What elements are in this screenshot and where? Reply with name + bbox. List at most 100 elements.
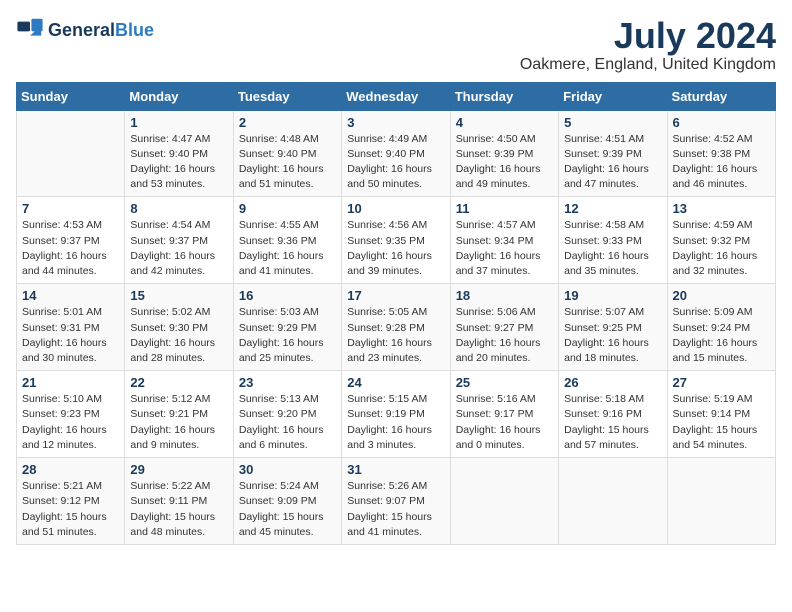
day-number: 24 [347,375,444,390]
calendar-title: July 2024 [520,16,776,56]
calendar-cell: 20 Sunrise: 5:09 AM Sunset: 9:24 PM Dayli… [667,284,775,371]
calendar-week-row: 14 Sunrise: 5:01 AM Sunset: 9:31 PM Dayli… [17,284,776,371]
day-info: Sunrise: 5:22 AM Sunset: 9:11 PM Dayligh… [130,479,227,540]
day-info: Sunrise: 4:48 AM Sunset: 9:40 PM Dayligh… [239,132,336,193]
calendar-cell: 29 Sunrise: 5:22 AM Sunset: 9:11 PM Dayli… [125,458,233,545]
day-info: Sunrise: 4:53 AM Sunset: 9:37 PM Dayligh… [22,218,119,279]
day-info: Sunrise: 4:56 AM Sunset: 9:35 PM Dayligh… [347,218,444,279]
logo-text-general: General [48,20,115,40]
weekday-header-saturday: Saturday [667,82,775,110]
day-number: 9 [239,201,336,216]
day-info: Sunrise: 5:10 AM Sunset: 9:23 PM Dayligh… [22,392,119,453]
day-info: Sunrise: 5:18 AM Sunset: 9:16 PM Dayligh… [564,392,661,453]
logo-text-blue: Blue [115,20,154,40]
day-info: Sunrise: 5:21 AM Sunset: 9:12 PM Dayligh… [22,479,119,540]
calendar-cell: 31Sunrise: 5:26 AM Sunset: 9:07 PM Dayli… [342,458,450,545]
day-info: Sunrise: 4:59 AM Sunset: 9:32 PM Dayligh… [673,218,770,279]
day-number: 27 [673,375,770,390]
day-number: 15 [130,288,227,303]
day-info: Sunrise: 4:51 AM Sunset: 9:39 PM Dayligh… [564,132,661,193]
day-info: Sunrise: 5:01 AM Sunset: 9:31 PM Dayligh… [22,305,119,366]
calendar-table: SundayMondayTuesdayWednesdayThursdayFrid… [16,82,776,545]
calendar-cell: 17 Sunrise: 5:05 AM Sunset: 9:28 PM Dayli… [342,284,450,371]
calendar-week-row: 1 Sunrise: 4:47 AM Sunset: 9:40 PM Daylig… [17,110,776,197]
calendar-cell: 27 Sunrise: 5:19 AM Sunset: 9:14 PM Dayli… [667,371,775,458]
day-info: Sunrise: 4:54 AM Sunset: 9:37 PM Dayligh… [130,218,227,279]
day-number: 18 [456,288,553,303]
day-number: 10 [347,201,444,216]
page-header: GeneralBlue July 2024 Oakmere, England, … [16,16,776,74]
title-area: July 2024 Oakmere, England, United Kingd… [520,16,776,74]
day-number: 17 [347,288,444,303]
day-info: Sunrise: 5:13 AM Sunset: 9:20 PM Dayligh… [239,392,336,453]
day-number: 6 [673,115,770,130]
logo: GeneralBlue [16,16,154,44]
calendar-cell: 30 Sunrise: 5:24 AM Sunset: 9:09 PM Dayli… [233,458,341,545]
calendar-cell: 18 Sunrise: 5:06 AM Sunset: 9:27 PM Dayli… [450,284,558,371]
day-number: 22 [130,375,227,390]
calendar-cell: 22Sunrise: 5:12 AM Sunset: 9:21 PM Dayli… [125,371,233,458]
day-info: Sunrise: 4:58 AM Sunset: 9:33 PM Dayligh… [564,218,661,279]
day-info: Sunrise: 5:15 AM Sunset: 9:19 PM Dayligh… [347,392,444,453]
day-number: 29 [130,462,227,477]
day-number: 3 [347,115,444,130]
calendar-cell: 16Sunrise: 5:03 AM Sunset: 9:29 PM Dayli… [233,284,341,371]
calendar-week-row: 7 Sunrise: 4:53 AM Sunset: 9:37 PM Daylig… [17,197,776,284]
day-info: Sunrise: 5:06 AM Sunset: 9:27 PM Dayligh… [456,305,553,366]
day-number: 19 [564,288,661,303]
day-info: Sunrise: 5:24 AM Sunset: 9:09 PM Dayligh… [239,479,336,540]
day-number: 14 [22,288,119,303]
calendar-cell: 7 Sunrise: 4:53 AM Sunset: 9:37 PM Daylig… [17,197,125,284]
day-number: 26 [564,375,661,390]
day-info: Sunrise: 5:02 AM Sunset: 9:30 PM Dayligh… [130,305,227,366]
day-number: 5 [564,115,661,130]
weekday-header-thursday: Thursday [450,82,558,110]
day-number: 16 [239,288,336,303]
weekday-header-row: SundayMondayTuesdayWednesdayThursdayFrid… [17,82,776,110]
day-number: 8 [130,201,227,216]
calendar-cell: 26 Sunrise: 5:18 AM Sunset: 9:16 PM Dayli… [559,371,667,458]
day-info: Sunrise: 5:09 AM Sunset: 9:24 PM Dayligh… [673,305,770,366]
calendar-cell [450,458,558,545]
day-number: 1 [130,115,227,130]
weekday-header-monday: Monday [125,82,233,110]
calendar-cell: 6 Sunrise: 4:52 AM Sunset: 9:38 PM Daylig… [667,110,775,197]
day-info: Sunrise: 4:50 AM Sunset: 9:39 PM Dayligh… [456,132,553,193]
day-info: Sunrise: 5:05 AM Sunset: 9:28 PM Dayligh… [347,305,444,366]
calendar-cell [17,110,125,197]
calendar-cell: 12 Sunrise: 4:58 AM Sunset: 9:33 PM Dayli… [559,197,667,284]
day-info: Sunrise: 4:49 AM Sunset: 9:40 PM Dayligh… [347,132,444,193]
calendar-cell: 8 Sunrise: 4:54 AM Sunset: 9:37 PM Daylig… [125,197,233,284]
day-number: 21 [22,375,119,390]
calendar-cell: 19 Sunrise: 5:07 AM Sunset: 9:25 PM Dayli… [559,284,667,371]
day-info: Sunrise: 5:16 AM Sunset: 9:17 PM Dayligh… [456,392,553,453]
day-info: Sunrise: 5:07 AM Sunset: 9:25 PM Dayligh… [564,305,661,366]
calendar-cell: 10 Sunrise: 4:56 AM Sunset: 9:35 PM Dayli… [342,197,450,284]
calendar-cell [559,458,667,545]
calendar-cell: 24 Sunrise: 5:15 AM Sunset: 9:19 PM Dayli… [342,371,450,458]
day-number: 25 [456,375,553,390]
calendar-week-row: 28Sunrise: 5:21 AM Sunset: 9:12 PM Dayli… [17,458,776,545]
weekday-header-friday: Friday [559,82,667,110]
calendar-cell: 23 Sunrise: 5:13 AM Sunset: 9:20 PM Dayli… [233,371,341,458]
calendar-cell [667,458,775,545]
day-info: Sunrise: 5:26 AM Sunset: 9:07 PM Dayligh… [347,479,444,540]
day-number: 30 [239,462,336,477]
calendar-cell: 21 Sunrise: 5:10 AM Sunset: 9:23 PM Dayli… [17,371,125,458]
day-number: 20 [673,288,770,303]
weekday-header-wednesday: Wednesday [342,82,450,110]
day-info: Sunrise: 4:52 AM Sunset: 9:38 PM Dayligh… [673,132,770,193]
day-info: Sunrise: 4:55 AM Sunset: 9:36 PM Dayligh… [239,218,336,279]
day-number: 12 [564,201,661,216]
calendar-cell: 11Sunrise: 4:57 AM Sunset: 9:34 PM Dayli… [450,197,558,284]
day-info: Sunrise: 4:57 AM Sunset: 9:34 PM Dayligh… [456,218,553,279]
day-info: Sunrise: 4:47 AM Sunset: 9:40 PM Dayligh… [130,132,227,193]
day-number: 7 [22,201,119,216]
day-number: 13 [673,201,770,216]
calendar-cell: 5 Sunrise: 4:51 AM Sunset: 9:39 PM Daylig… [559,110,667,197]
calendar-cell: 3 Sunrise: 4:49 AM Sunset: 9:40 PM Daylig… [342,110,450,197]
day-info: Sunrise: 5:19 AM Sunset: 9:14 PM Dayligh… [673,392,770,453]
calendar-cell: 25 Sunrise: 5:16 AM Sunset: 9:17 PM Dayli… [450,371,558,458]
calendar-subtitle: Oakmere, England, United Kingdom [520,56,776,74]
day-number: 23 [239,375,336,390]
